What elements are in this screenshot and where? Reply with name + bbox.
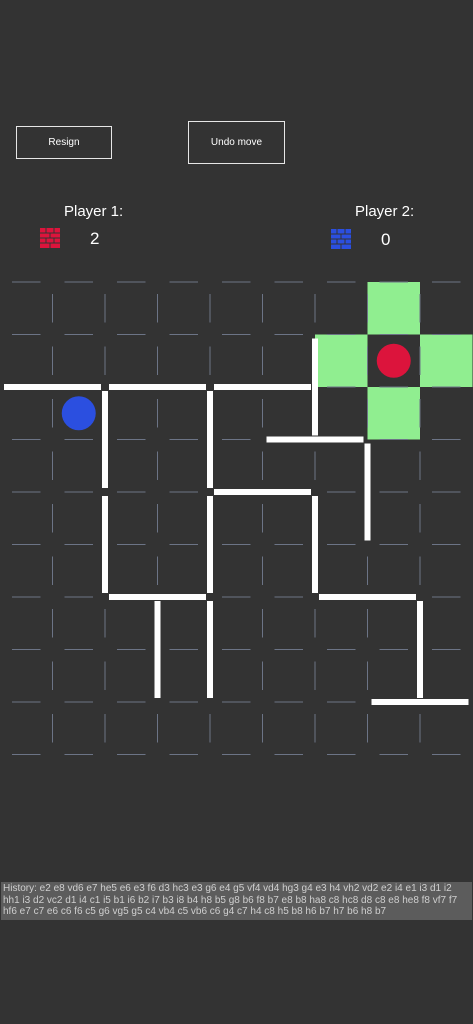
wall — [4, 384, 101, 390]
wall — [214, 489, 311, 495]
move-target-square[interactable] — [315, 334, 368, 388]
wall — [364, 443, 371, 541]
player2-label: Player 2: — [355, 203, 415, 220]
wall — [312, 338, 318, 436]
wall — [102, 391, 108, 488]
wall — [371, 699, 469, 705]
player1-brick-icon — [40, 228, 60, 248]
wall — [266, 436, 364, 443]
wall — [154, 601, 161, 698]
wall — [109, 594, 206, 600]
player2-walls-count: 0 — [381, 230, 391, 249]
resign-button[interactable]: Resign — [16, 126, 112, 159]
wall — [102, 496, 108, 593]
move-history: History: e2 e8 vd6 e7 he5 e6 e3 f6 d3 hc… — [1, 882, 472, 920]
move-target-square[interactable] — [367, 282, 421, 335]
wall — [109, 384, 206, 390]
player1-pawn[interactable] — [376, 343, 411, 378]
player1-label: Player 1: — [64, 203, 124, 220]
move-target-square[interactable] — [420, 334, 473, 388]
wall — [319, 594, 416, 600]
game-board[interactable] — [0, 275, 473, 875]
wall — [207, 601, 213, 698]
move-target-square[interactable] — [367, 387, 421, 440]
player2-brick-icon — [331, 229, 351, 249]
wall — [207, 496, 213, 593]
wall — [214, 384, 311, 390]
wall — [207, 391, 213, 488]
undo-move-button[interactable]: Undo move — [188, 121, 285, 164]
wall — [312, 496, 318, 593]
player2-pawn[interactable] — [61, 396, 96, 431]
player1-walls-count: 2 — [90, 229, 100, 248]
wall — [417, 601, 423, 698]
